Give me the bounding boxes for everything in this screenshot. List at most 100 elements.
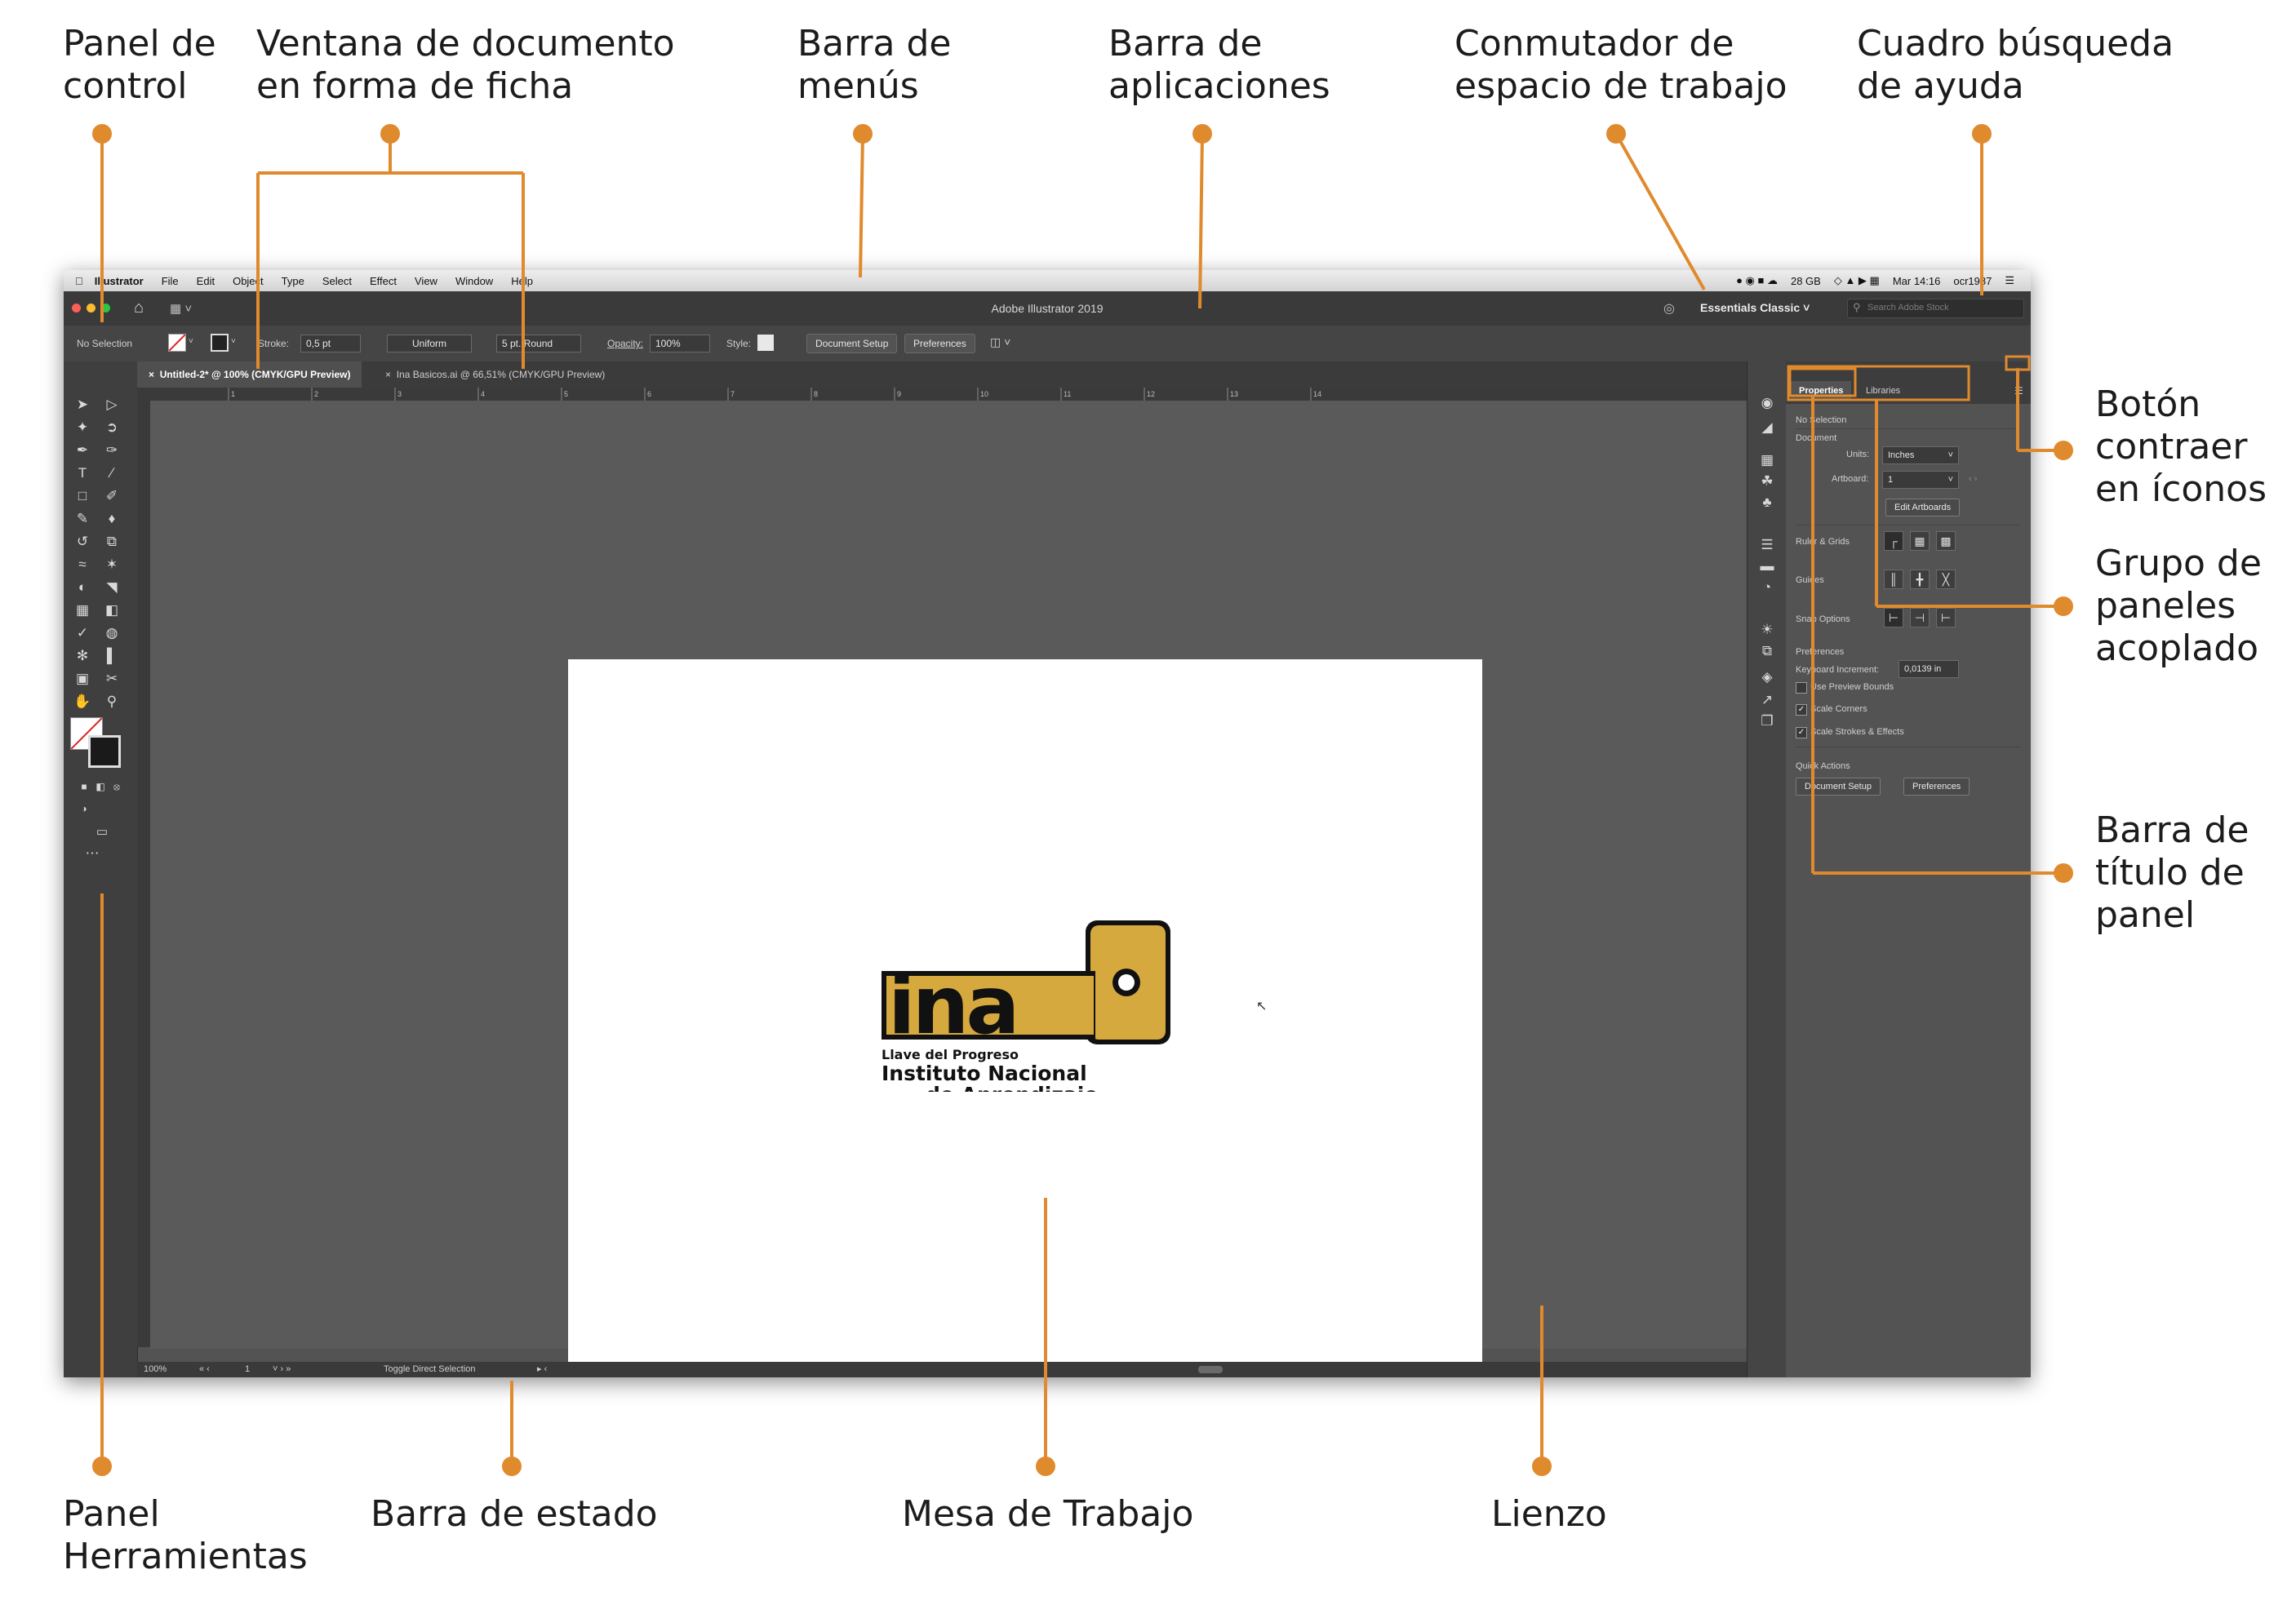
none-mode-icon[interactable]: ⦻ — [108, 778, 126, 796]
status-menu-arrow[interactable]: ▸ ‹ — [537, 1363, 547, 1374]
tab-document-1[interactable]: × Untitled-2* @ 100% (CMYK/GPU Preview) — [137, 361, 362, 388]
screen-mode-icon[interactable]: ▭ — [93, 823, 111, 841]
artboard-arrows[interactable]: ‹ › — [1969, 474, 1977, 484]
zoom-tool-icon[interactable]: ⚲ — [103, 693, 121, 711]
more-tools-icon[interactable]: ⋯ — [83, 845, 101, 862]
color-mode-icon[interactable]: ■ — [75, 778, 93, 796]
pen-tool-icon[interactable]: ✒ — [73, 441, 91, 459]
user-name[interactable]: ocr1987 — [1953, 275, 1992, 287]
status-icons[interactable]: ● ◉ ■ ☁ — [1736, 274, 1778, 287]
keyboard-increment-input[interactable]: 0,0139 in — [1899, 660, 1959, 678]
menu-select[interactable]: Select — [322, 275, 352, 287]
blend-tool-icon[interactable]: ◍ — [103, 624, 121, 642]
symbols-icon[interactable]: ♣ — [1758, 494, 1776, 512]
clock[interactable]: Mar 14:16 — [1893, 275, 1941, 287]
selection-tool-icon[interactable]: ➤ — [73, 396, 91, 414]
opacity-label[interactable]: Opacity: — [607, 338, 643, 349]
zoom-level[interactable]: 100% — [144, 1364, 167, 1374]
qa-preferences-button[interactable]: Preferences — [1903, 778, 1970, 796]
puppet-warp-icon[interactable]: ✶ — [103, 556, 121, 574]
snap-to-point-icon[interactable]: ⊢ — [1884, 608, 1903, 627]
vertical-ruler[interactable] — [137, 401, 151, 1347]
rulers-toggle-icon[interactable]: ┌ — [1884, 531, 1903, 551]
collapse-to-icons-button[interactable]: » — [2016, 365, 2020, 373]
gradient-mode-icon[interactable]: ◧ — [91, 778, 109, 796]
gradient-tool-icon[interactable]: ◧ — [103, 601, 121, 619]
shaper-tool-icon[interactable]: ✎ — [73, 510, 91, 528]
appearance-sun-icon[interactable]: ☀ — [1758, 621, 1776, 639]
brush-definition[interactable]: 5 pt. Round — [496, 335, 581, 352]
graph-tool-icon[interactable]: ▌ — [103, 647, 121, 665]
preferences-button[interactable]: Preferences — [904, 334, 975, 353]
curvature-tool-icon[interactable]: ✑ — [103, 441, 121, 459]
arrange-icon[interactable]: ◫ ˅ — [990, 335, 1010, 349]
gradient-panel-icon[interactable]: ▬ — [1758, 557, 1776, 575]
menu-view[interactable]: View — [415, 275, 437, 287]
apple-icon[interactable]:  — [75, 275, 83, 287]
type-tool-icon[interactable]: T — [73, 464, 91, 482]
qa-document-setup-button[interactable]: Document Setup — [1796, 778, 1881, 796]
draw-mode-icon[interactable]: ◑ — [75, 800, 93, 818]
ina-logo[interactable]: ina Llave del Progreso Instituto Naciona… — [882, 920, 1192, 1092]
graphic-style-swatch[interactable] — [757, 335, 774, 351]
horizontal-scrollbar-thumb[interactable] — [1198, 1366, 1223, 1373]
artboard-next[interactable]: ˅ › » — [273, 1364, 291, 1374]
units-select[interactable]: Inches ˅ — [1882, 446, 1959, 464]
transparency-grid-icon[interactable]: ▩ — [1936, 531, 1956, 551]
stroke-weight-input[interactable]: 0,5 pt — [300, 335, 361, 352]
canvas[interactable]: ina Llave del Progreso Instituto Naciona… — [150, 401, 1774, 1366]
tab-document-2[interactable]: × Ina Basicos.ai @ 66,51% (CMYK/GPU Prev… — [374, 361, 616, 388]
scale-tool-icon[interactable]: ⧉ — [103, 533, 121, 551]
fill-swatch[interactable] — [168, 334, 186, 352]
graphic-styles-icon[interactable]: ⧉ — [1758, 642, 1776, 660]
edit-artboards-button[interactable]: Edit Artboards — [1885, 499, 1961, 517]
libraries-icon[interactable]: ▦ — [1758, 451, 1776, 469]
artboard-number[interactable]: 1 — [245, 1364, 250, 1374]
snap-to-grid-icon[interactable]: ⊢ — [1936, 608, 1956, 627]
lasso-icon[interactable]: ➲ — [103, 419, 121, 437]
show-guides-icon[interactable]: ║ — [1884, 570, 1903, 589]
color-guide-icon[interactable]: ◉ — [1758, 394, 1776, 412]
menu-file[interactable]: File — [162, 275, 179, 287]
appearance-icon[interactable]: ◢ — [1758, 419, 1776, 437]
panel-menu-icon[interactable]: ☰ — [2014, 385, 2023, 397]
menu-app-name[interactable]: Illustrator — [95, 275, 144, 287]
brushes-icon[interactable]: ☘ — [1758, 472, 1776, 490]
help-search-box[interactable]: ⚲ Search Adobe Stock — [1847, 299, 2024, 318]
mesh-tool-icon[interactable]: ▦ — [73, 601, 91, 619]
direct-selection-tool-icon[interactable]: ▷ — [103, 396, 121, 414]
close-icon[interactable]: × — [385, 369, 391, 380]
layers-icon[interactable]: ◈ — [1758, 668, 1776, 686]
menu-effect[interactable]: Effect — [370, 275, 397, 287]
hand-tool-icon[interactable]: ✋ — [73, 693, 91, 711]
artboard-tool-icon[interactable]: ▣ — [73, 670, 91, 688]
transparency-icon[interactable]: ◔ — [1758, 579, 1776, 596]
horizontal-ruler[interactable]: 1 2 3 4 5 6 7 8 9 10 11 12 13 14 — [137, 388, 1810, 401]
smart-guides-icon[interactable]: ╳ — [1936, 570, 1956, 589]
fill-dropdown-icon[interactable]: ˅ — [189, 337, 193, 346]
menu-edit[interactable]: Edit — [197, 275, 215, 287]
use-preview-bounds-checkbox[interactable] — [1796, 682, 1807, 694]
close-icon[interactable]: × — [149, 369, 154, 380]
document-setup-button[interactable]: Document Setup — [806, 334, 898, 353]
workspace-switcher[interactable]: Essentials Classic ˅ — [1700, 301, 1810, 314]
menu-type[interactable]: Type — [282, 275, 304, 287]
artboards-panel-icon[interactable]: ❐ — [1758, 712, 1776, 730]
menu-window[interactable]: Window — [455, 275, 493, 287]
variable-width-profile[interactable]: Uniform — [387, 335, 472, 352]
magic-wand-icon[interactable]: ✦ — [73, 419, 91, 437]
stroke-dropdown-icon[interactable]: ˅ — [231, 337, 236, 346]
line-tool-icon[interactable]: ∕ — [103, 464, 121, 482]
slice-tool-icon[interactable]: ✂ — [103, 670, 121, 688]
snap-to-pixel-icon[interactable]: ⊣ — [1910, 608, 1930, 627]
list-icon[interactable]: ☰ — [2005, 274, 2014, 287]
lock-guides-icon[interactable]: ╋ — [1910, 570, 1930, 589]
stroke-panel-icon[interactable]: ☰ — [1758, 536, 1776, 554]
stroke-swatch[interactable] — [211, 334, 229, 352]
artboard[interactable]: ina Llave del Progreso Instituto Naciona… — [568, 659, 1482, 1366]
menu-help[interactable]: Help — [511, 275, 533, 287]
tab-properties[interactable]: Properties — [1791, 381, 1852, 401]
shape-builder-icon[interactable]: ◐ — [73, 579, 91, 596]
width-tool-icon[interactable]: ≈ — [73, 556, 91, 574]
rotate-tool-icon[interactable]: ↺ — [73, 533, 91, 551]
